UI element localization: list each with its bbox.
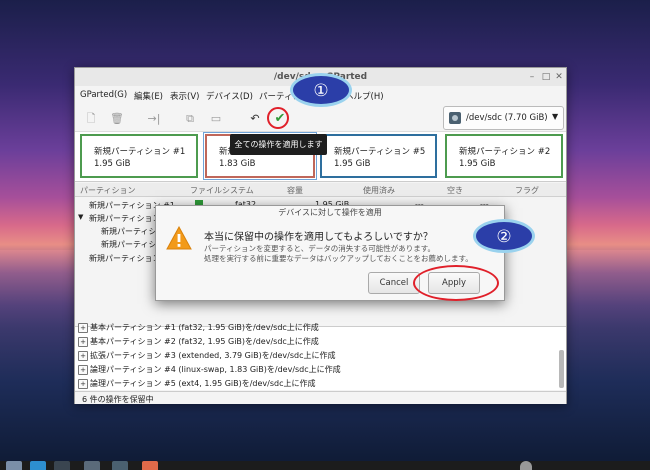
menu-gparted[interactable]: GParted(G) [80, 90, 127, 100]
undo-icon[interactable]: ↶ [248, 112, 262, 126]
map-partition-2[interactable]: 新規パーティション #2 1.95 GiB [445, 134, 563, 178]
create-partition-icon: + [78, 323, 88, 333]
disk-icon [449, 112, 461, 124]
menu-icon[interactable] [6, 461, 22, 470]
apply-tooltip: 全ての操作を適用します [230, 134, 327, 155]
col-used[interactable]: 使用済み [363, 185, 395, 196]
warning-icon [166, 226, 192, 250]
list-item[interactable]: + 論理パーティション #4 (linux-swap, 1.83 GiB)を/d… [75, 363, 555, 376]
operations-scrollbar[interactable] [559, 350, 564, 388]
map-partition-size: 1.95 GiB [94, 159, 131, 169]
row-partition: 新規パーティション [89, 254, 161, 263]
create-partition-icon: + [78, 365, 88, 375]
dialog-body: パーティションを変更すると、データの消失する可能性があります。 処理を実行する前… [204, 244, 473, 264]
col-partition[interactable]: パーティション [80, 185, 136, 196]
list-item[interactable]: + 論理パーティション #5 (ext4, 1.95 GiB)を/dev/sdc… [75, 377, 555, 390]
copy-icon[interactable]: ⧉ [183, 112, 197, 126]
menu-device[interactable]: デバイス(D) [206, 90, 253, 102]
delete-icon[interactable]: 🗑 [110, 112, 124, 126]
annotation-ring-apply-icon [267, 107, 289, 129]
paste-icon[interactable]: ▭ [209, 112, 223, 126]
annotation-ring-apply-button [413, 265, 499, 301]
map-partition-size: 1.83 GiB [219, 159, 256, 169]
annotation-bubble-2: ② [473, 219, 535, 253]
col-size[interactable]: 容量 [287, 185, 303, 196]
create-partition-icon: + [78, 337, 88, 347]
create-partition-icon: + [78, 351, 88, 361]
col-filesystem[interactable]: ファイルシステム [190, 185, 254, 196]
expander-icon[interactable]: ▼ [78, 213, 83, 221]
status-bar: 6 件の操作を保留中 [75, 391, 566, 404]
list-item[interactable]: + 拡張パーティション #3 (extended, 3.79 GiB)を/dev… [75, 349, 555, 362]
resize-move-icon[interactable]: →| [147, 112, 161, 126]
map-partition-5[interactable]: 新規パーティション #5 1.95 GiB [320, 134, 437, 178]
dialog-heading: 本当に保留中の操作を適用してもよろしいですか？ [204, 232, 433, 243]
list-item[interactable]: + 基本パーティション #2 (fat32, 1.95 GiB)を/dev/sd… [75, 335, 555, 348]
partition-table-header: パーティション ファイルシステム 容量 使用済み 空き フラグ [75, 183, 566, 197]
tray-icon[interactable] [520, 461, 532, 470]
menu-edit[interactable]: 編集(E) [134, 90, 163, 102]
close-icon[interactable]: ✕ [554, 72, 564, 82]
dialog-body-line: 処理を実行する前に重要なデータはバックアップしておくことをお薦めします。 [204, 254, 473, 263]
map-partition-size: 1.95 GiB [459, 159, 496, 169]
map-partition-name: 新規パーティション #2 [459, 147, 551, 157]
minimize-icon[interactable]: – [527, 72, 537, 82]
folder-icon[interactable] [84, 461, 100, 470]
chevron-down-icon: ▼ [552, 112, 559, 121]
row-partition: 新規パーティション [89, 214, 161, 223]
pending-operations-list: + 基本パーティション #1 (fat32, 1.95 GiB)を/dev/sd… [75, 323, 566, 390]
device-selector[interactable]: /dev/sdc (7.70 GiB) ▼ [443, 106, 564, 130]
list-item[interactable]: + 基本パーティション #1 (fat32, 1.95 GiB)を/dev/sd… [75, 321, 555, 334]
col-free[interactable]: 空き [447, 185, 463, 196]
new-partition-icon[interactable]: 🗋 [84, 112, 98, 126]
annotation-bubble-1: ① [290, 73, 352, 107]
map-partition-1[interactable]: 新規パーティション #1 1.95 GiB [80, 134, 198, 178]
dialog-body-line: パーティションを変更すると、データの消失する可能性があります。 [204, 244, 435, 253]
maximize-icon[interactable]: □ [541, 72, 551, 82]
terminal-icon[interactable] [54, 461, 70, 470]
map-partition-name: 新規パーティション #5 [334, 147, 426, 157]
gparted-task-icon[interactable] [112, 461, 128, 470]
map-partition-name: 新規パーティション #1 [94, 147, 186, 157]
menu-view[interactable]: 表示(V) [170, 90, 199, 102]
files-icon[interactable] [30, 461, 46, 470]
dialog-title: デバイスに対して操作を適用 [278, 208, 382, 217]
create-partition-icon: + [78, 379, 88, 389]
app-icon[interactable] [142, 461, 158, 470]
map-partition-size: 1.95 GiB [334, 159, 371, 169]
device-label: /dev/sdc (7.70 GiB) [466, 113, 548, 123]
col-flags[interactable]: フラグ [515, 185, 539, 196]
